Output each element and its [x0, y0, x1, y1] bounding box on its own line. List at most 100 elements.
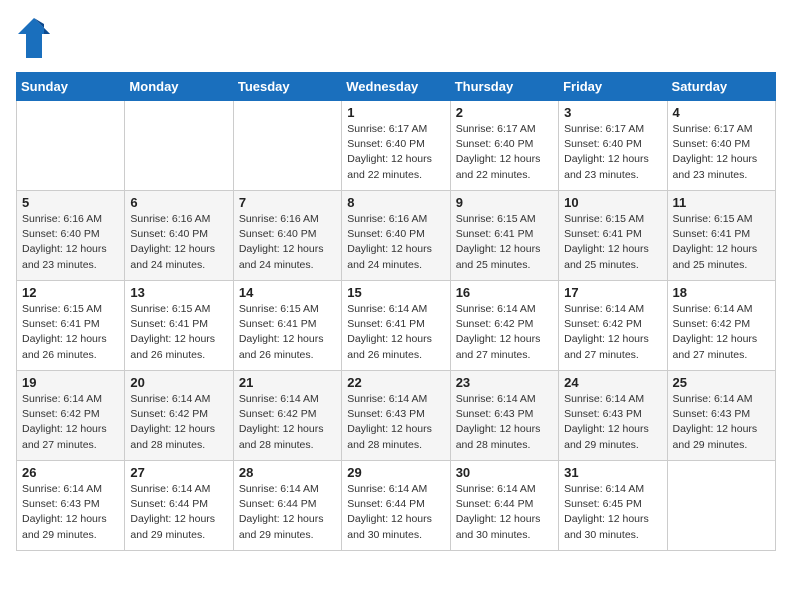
day-info: Sunrise: 6:15 AMSunset: 6:41 PMDaylight:…	[130, 302, 227, 363]
calendar-cell	[233, 101, 341, 191]
day-info: Sunrise: 6:14 AMSunset: 6:44 PMDaylight:…	[130, 482, 227, 543]
day-info: Sunrise: 6:14 AMSunset: 6:42 PMDaylight:…	[456, 302, 553, 363]
calendar-header: SundayMondayTuesdayWednesdayThursdayFrid…	[17, 73, 776, 101]
page-header	[16, 16, 776, 60]
day-number: 5	[22, 195, 119, 210]
calendar-cell: 25 Sunrise: 6:14 AMSunset: 6:43 PMDayligh…	[667, 371, 775, 461]
day-number: 17	[564, 285, 661, 300]
day-info: Sunrise: 6:14 AMSunset: 6:45 PMDaylight:…	[564, 482, 661, 543]
day-info: Sunrise: 6:16 AMSunset: 6:40 PMDaylight:…	[347, 212, 444, 273]
day-header-tuesday: Tuesday	[233, 73, 341, 101]
calendar-cell: 29 Sunrise: 6:14 AMSunset: 6:44 PMDayligh…	[342, 461, 450, 551]
day-info: Sunrise: 6:14 AMSunset: 6:43 PMDaylight:…	[347, 392, 444, 453]
day-header-sunday: Sunday	[17, 73, 125, 101]
day-number: 4	[673, 105, 770, 120]
day-info: Sunrise: 6:17 AMSunset: 6:40 PMDaylight:…	[564, 122, 661, 183]
day-number: 2	[456, 105, 553, 120]
day-header-wednesday: Wednesday	[342, 73, 450, 101]
day-number: 18	[673, 285, 770, 300]
calendar-cell: 17Sunrise: 6:14 AMSunset: 6:42 PMDayligh…	[559, 281, 667, 371]
calendar-cell: 16Sunrise: 6:14 AMSunset: 6:42 PMDayligh…	[450, 281, 558, 371]
calendar-cell: 11 Sunrise: 6:15 AMSunset: 6:41 PMDayligh…	[667, 191, 775, 281]
calendar-week-1: 1 Sunrise: 6:17 AMSunset: 6:40 PMDaylight…	[17, 101, 776, 191]
day-number: 12	[22, 285, 119, 300]
day-number: 21	[239, 375, 336, 390]
day-info: Sunrise: 6:14 AMSunset: 6:42 PMDaylight:…	[239, 392, 336, 453]
calendar-cell: 28Sunrise: 6:14 AMSunset: 6:44 PMDayligh…	[233, 461, 341, 551]
calendar-cell: 26 Sunrise: 6:14 AMSunset: 6:43 PMDayligh…	[17, 461, 125, 551]
day-number: 28	[239, 465, 336, 480]
day-number: 11	[673, 195, 770, 210]
calendar-cell: 13 Sunrise: 6:15 AMSunset: 6:41 PMDayligh…	[125, 281, 233, 371]
calendar-cell: 5 Sunrise: 6:16 AMSunset: 6:40 PMDaylight…	[17, 191, 125, 281]
day-number: 13	[130, 285, 227, 300]
day-info: Sunrise: 6:14 AMSunset: 6:42 PMDaylight:…	[673, 302, 770, 363]
day-info: Sunrise: 6:14 AMSunset: 6:44 PMDaylight:…	[347, 482, 444, 543]
calendar-cell: 12 Sunrise: 6:15 AMSunset: 6:41 PMDayligh…	[17, 281, 125, 371]
calendar-cell: 30 Sunrise: 6:14 AMSunset: 6:44 PMDayligh…	[450, 461, 558, 551]
day-number: 7	[239, 195, 336, 210]
day-number: 25	[673, 375, 770, 390]
calendar-cell: 21 Sunrise: 6:14 AMSunset: 6:42 PMDayligh…	[233, 371, 341, 461]
calendar-cell: 23Sunrise: 6:14 AMSunset: 6:43 PMDayligh…	[450, 371, 558, 461]
calendar-cell	[667, 461, 775, 551]
day-number: 14	[239, 285, 336, 300]
calendar-cell: 19Sunrise: 6:14 AMSunset: 6:42 PMDayligh…	[17, 371, 125, 461]
calendar-cell: 10 Sunrise: 6:15 AMSunset: 6:41 PMDayligh…	[559, 191, 667, 281]
day-header-friday: Friday	[559, 73, 667, 101]
day-info: Sunrise: 6:17 AMSunset: 6:40 PMDaylight:…	[673, 122, 770, 183]
day-info: Sunrise: 6:15 AMSunset: 6:41 PMDaylight:…	[673, 212, 770, 273]
day-number: 1	[347, 105, 444, 120]
day-info: Sunrise: 6:14 AMSunset: 6:43 PMDaylight:…	[673, 392, 770, 453]
calendar-cell: 20Sunrise: 6:14 AMSunset: 6:42 PMDayligh…	[125, 371, 233, 461]
day-number: 6	[130, 195, 227, 210]
day-number: 10	[564, 195, 661, 210]
day-number: 30	[456, 465, 553, 480]
day-info: Sunrise: 6:14 AMSunset: 6:44 PMDaylight:…	[456, 482, 553, 543]
calendar-cell: 24 Sunrise: 6:14 AMSunset: 6:43 PMDayligh…	[559, 371, 667, 461]
day-number: 20	[130, 375, 227, 390]
day-number: 27	[130, 465, 227, 480]
calendar-cell: 15 Sunrise: 6:14 AMSunset: 6:41 PMDayligh…	[342, 281, 450, 371]
day-number: 15	[347, 285, 444, 300]
day-info: Sunrise: 6:14 AMSunset: 6:43 PMDaylight:…	[22, 482, 119, 543]
day-info: Sunrise: 6:14 AMSunset: 6:43 PMDaylight:…	[456, 392, 553, 453]
calendar-cell: 8Sunrise: 6:16 AMSunset: 6:40 PMDaylight…	[342, 191, 450, 281]
day-info: Sunrise: 6:15 AMSunset: 6:41 PMDaylight:…	[239, 302, 336, 363]
calendar-table: SundayMondayTuesdayWednesdayThursdayFrid…	[16, 72, 776, 551]
calendar-cell	[125, 101, 233, 191]
day-info: Sunrise: 6:15 AMSunset: 6:41 PMDaylight:…	[564, 212, 661, 273]
day-info: Sunrise: 6:14 AMSunset: 6:42 PMDaylight:…	[22, 392, 119, 453]
day-header-thursday: Thursday	[450, 73, 558, 101]
day-number: 24	[564, 375, 661, 390]
calendar-cell: 4 Sunrise: 6:17 AMSunset: 6:40 PMDaylight…	[667, 101, 775, 191]
day-header-monday: Monday	[125, 73, 233, 101]
day-info: Sunrise: 6:15 AMSunset: 6:41 PMDaylight:…	[22, 302, 119, 363]
day-info: Sunrise: 6:17 AMSunset: 6:40 PMDaylight:…	[347, 122, 444, 183]
calendar-cell: 22Sunrise: 6:14 AMSunset: 6:43 PMDayligh…	[342, 371, 450, 461]
day-number: 29	[347, 465, 444, 480]
days-of-week-row: SundayMondayTuesdayWednesdayThursdayFrid…	[17, 73, 776, 101]
day-info: Sunrise: 6:16 AMSunset: 6:40 PMDaylight:…	[239, 212, 336, 273]
calendar-cell: 31 Sunrise: 6:14 AMSunset: 6:45 PMDayligh…	[559, 461, 667, 551]
day-info: Sunrise: 6:14 AMSunset: 6:41 PMDaylight:…	[347, 302, 444, 363]
day-info: Sunrise: 6:17 AMSunset: 6:40 PMDaylight:…	[456, 122, 553, 183]
day-number: 3	[564, 105, 661, 120]
calendar-week-2: 5 Sunrise: 6:16 AMSunset: 6:40 PMDaylight…	[17, 191, 776, 281]
calendar-cell: 6 Sunrise: 6:16 AMSunset: 6:40 PMDaylight…	[125, 191, 233, 281]
day-number: 9	[456, 195, 553, 210]
day-info: Sunrise: 6:15 AMSunset: 6:41 PMDaylight:…	[456, 212, 553, 273]
day-number: 31	[564, 465, 661, 480]
day-info: Sunrise: 6:16 AMSunset: 6:40 PMDaylight:…	[22, 212, 119, 273]
calendar-week-5: 26 Sunrise: 6:14 AMSunset: 6:43 PMDayligh…	[17, 461, 776, 551]
calendar-cell: 9 Sunrise: 6:15 AMSunset: 6:41 PMDaylight…	[450, 191, 558, 281]
calendar-body: 1 Sunrise: 6:17 AMSunset: 6:40 PMDaylight…	[17, 101, 776, 551]
day-header-saturday: Saturday	[667, 73, 775, 101]
day-number: 26	[22, 465, 119, 480]
calendar-cell: 27 Sunrise: 6:14 AMSunset: 6:44 PMDayligh…	[125, 461, 233, 551]
day-info: Sunrise: 6:16 AMSunset: 6:40 PMDaylight:…	[130, 212, 227, 273]
calendar-week-4: 19Sunrise: 6:14 AMSunset: 6:42 PMDayligh…	[17, 371, 776, 461]
logo	[16, 16, 56, 60]
day-info: Sunrise: 6:14 AMSunset: 6:43 PMDaylight:…	[564, 392, 661, 453]
calendar-cell: 3 Sunrise: 6:17 AMSunset: 6:40 PMDaylight…	[559, 101, 667, 191]
